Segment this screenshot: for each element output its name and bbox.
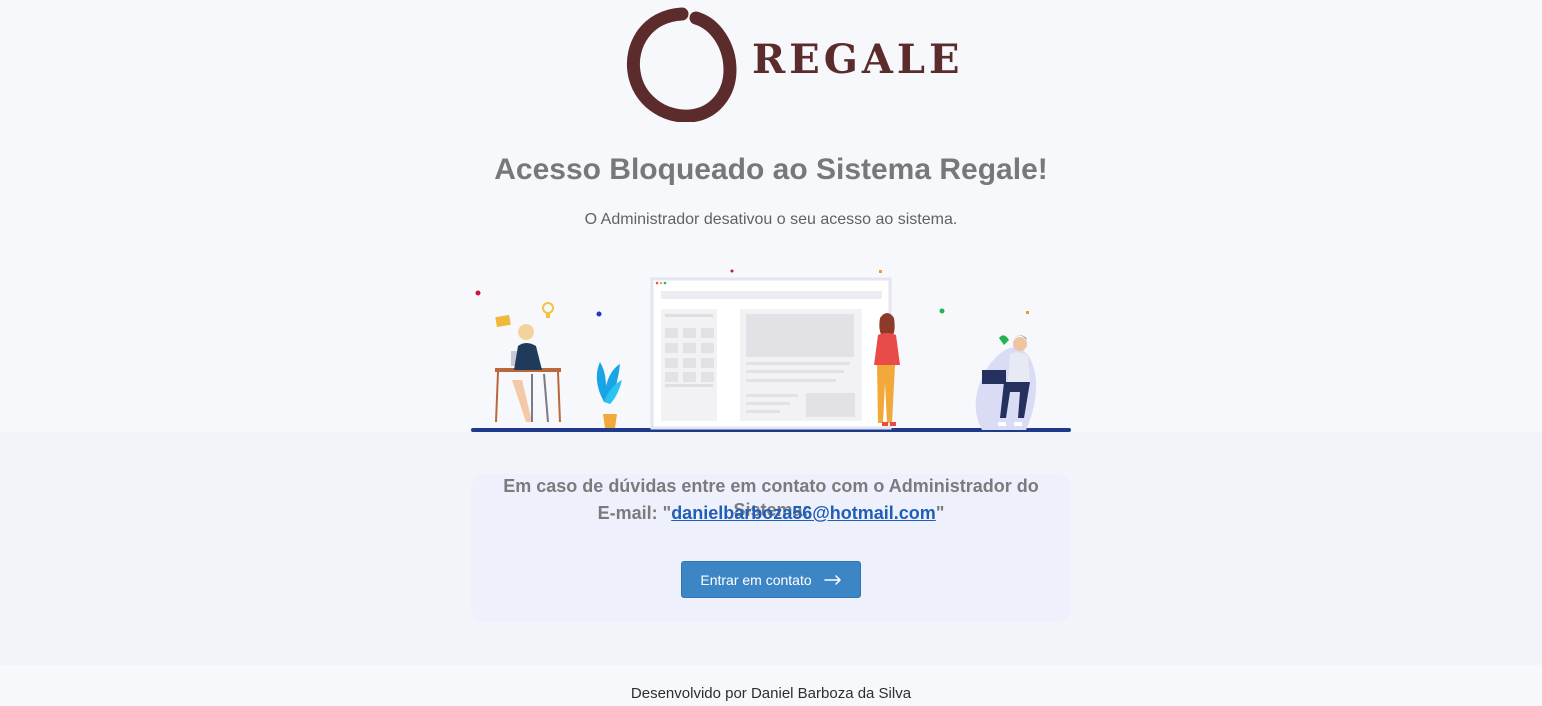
email-suffix: ": [935, 503, 945, 523]
contact-button-label: Entrar em contato: [700, 571, 812, 588]
page-title: Acesso Bloqueado ao Sistema Regale!: [494, 153, 1048, 186]
brand-name: REGALE: [752, 36, 964, 83]
arrow-right-icon: [823, 574, 841, 585]
contact-button[interactable]: Entrar em contato: [681, 561, 861, 598]
email-link[interactable]: danielbarboza56@hotmail.com: [671, 503, 936, 523]
footer-credit: Desenvolvido por Daniel Barboza da Silva: [630, 685, 912, 702]
contact-email-line: E-mail: "danielbarboza56@hotmail.com": [471, 501, 1071, 525]
page-subtitle: O Administrador desativou o seu acesso a…: [584, 211, 958, 228]
team-illustration: [471, 269, 1071, 432]
email-prefix: E-mail: ": [597, 503, 672, 523]
